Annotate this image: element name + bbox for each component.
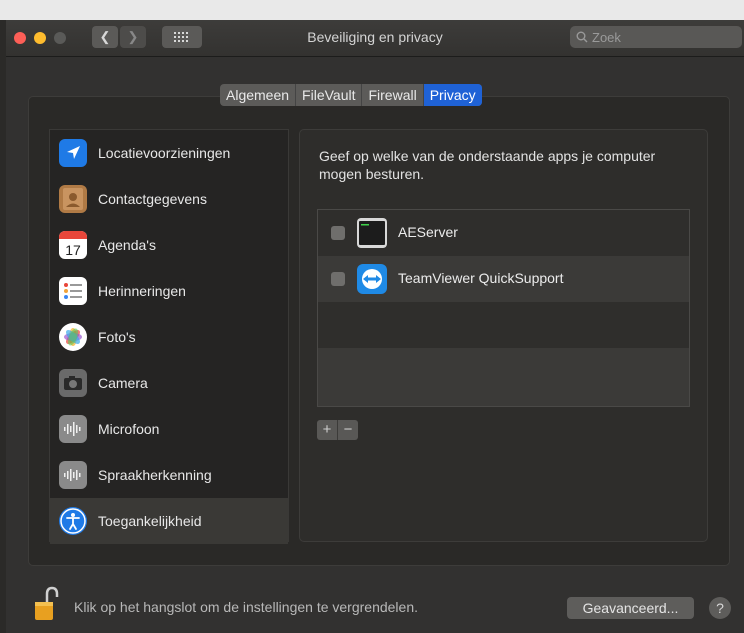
sidebar-item-speech-recognition[interactable]: Spraakherkenning xyxy=(50,452,288,498)
app-name: AEServer xyxy=(398,224,458,240)
lock-instruction-text: Klik op het hangslot om de instellingen … xyxy=(74,599,418,615)
photos-flower-icon xyxy=(59,323,87,351)
sidebar-item-reminders[interactable]: Herinneringen xyxy=(50,268,288,314)
sidebar-item-label: Camera xyxy=(98,375,148,391)
location-arrow-icon xyxy=(59,139,87,167)
sidebar-item-location[interactable]: Locatievoorzieningen xyxy=(50,130,288,176)
remove-app-button[interactable]: − xyxy=(338,420,358,440)
empty-row xyxy=(318,302,689,348)
search-field[interactable]: Zoek xyxy=(570,26,742,48)
sidebar-item-label: Herinneringen xyxy=(98,283,186,299)
calendar-icon-day: 17 xyxy=(65,242,81,258)
sidebar-item-label: Agenda's xyxy=(98,237,156,253)
sidebar-item-photos[interactable]: Foto's xyxy=(50,314,288,360)
sidebar-item-microphone[interactable]: Microfoon xyxy=(50,406,288,452)
sidebar-item-label: Microfoon xyxy=(98,421,160,437)
tab-firewall[interactable]: Firewall xyxy=(362,84,424,106)
sidebar-item-label: Contactgegevens xyxy=(98,191,207,207)
unlocked-padlock-icon[interactable] xyxy=(32,586,60,622)
empty-row xyxy=(318,348,689,394)
sidebar-item-label: Spraakherkenning xyxy=(98,467,212,483)
add-app-button[interactable]: + xyxy=(317,420,338,440)
privacy-category-list: Locatievoorzieningen Contactgegevens 17 … xyxy=(49,129,289,544)
app-name: TeamViewer QuickSupport xyxy=(398,270,564,286)
microphone-waveform-icon xyxy=(59,415,87,443)
tab-algemeen[interactable]: Algemeen xyxy=(220,84,297,106)
sidebar-item-label: Locatievoorzieningen xyxy=(98,145,231,161)
accessibility-detail-panel: Geef op welke van de onderstaande apps j… xyxy=(299,129,708,542)
terminal-icon xyxy=(357,218,387,248)
tab-filevault[interactable]: FileVault xyxy=(296,84,363,106)
sidebar-item-label: Toegankelijkheid xyxy=(98,513,202,529)
advanced-button[interactable]: Geavanceerd... xyxy=(567,597,694,619)
app-row-aeserver: AEServer xyxy=(318,210,689,256)
sidebar-item-accessibility[interactable]: Toegankelijkheid xyxy=(50,498,288,544)
camera-icon xyxy=(59,369,87,397)
aeserver-checkbox[interactable] xyxy=(331,226,345,240)
teamviewer-icon xyxy=(357,264,387,294)
app-row-teamviewer: TeamViewer QuickSupport xyxy=(318,256,689,302)
speech-waveform-icon xyxy=(59,461,87,489)
contacts-book-icon xyxy=(59,185,87,213)
tab-privacy[interactable]: Privacy xyxy=(423,84,482,106)
search-icon xyxy=(576,31,588,43)
accessibility-icon xyxy=(59,507,87,535)
sidebar-item-label: Foto's xyxy=(98,329,136,345)
sidebar-item-calendars[interactable]: 17 Agenda's xyxy=(50,222,288,268)
app-list: AEServer TeamViewer QuickSupport xyxy=(317,209,690,407)
search-placeholder: Zoek xyxy=(592,29,621,45)
title-bar: ❮ ❯ Beveiliging en privacy Zoek xyxy=(6,20,744,57)
add-remove-control: + − xyxy=(317,420,358,440)
reminders-list-icon xyxy=(59,277,87,305)
description-text: Geef op welke van de onderstaande apps j… xyxy=(319,148,656,182)
help-button[interactable]: ? xyxy=(709,597,731,619)
tab-bar: Algemeen FileVault Firewall Privacy xyxy=(220,84,482,106)
sidebar-item-camera[interactable]: Camera xyxy=(50,360,288,406)
background-strip xyxy=(0,0,744,20)
calendar-icon: 17 xyxy=(59,231,87,259)
sidebar-item-contacts[interactable]: Contactgegevens xyxy=(50,176,288,222)
teamviewer-checkbox[interactable] xyxy=(331,272,345,286)
